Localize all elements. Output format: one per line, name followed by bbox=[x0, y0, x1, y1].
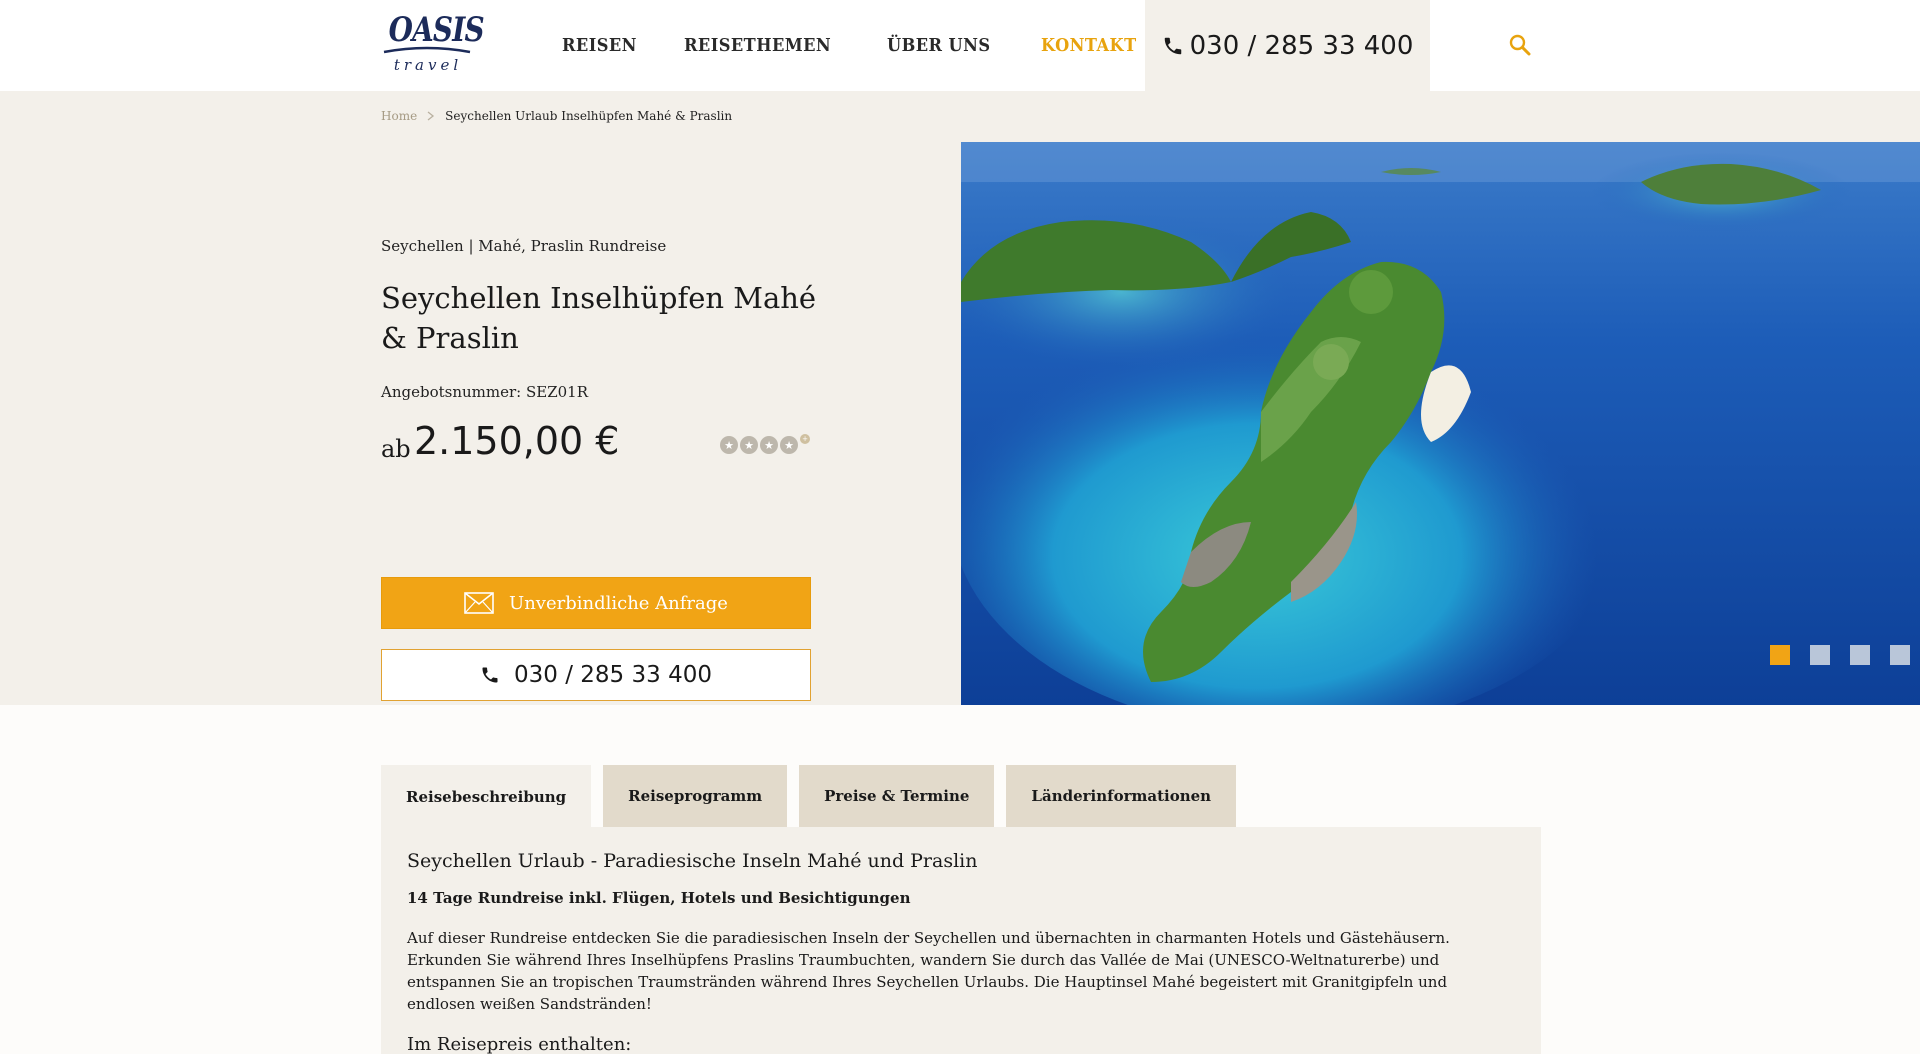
slider-dot-2[interactable] bbox=[1810, 645, 1830, 665]
oasis-travel-logo[interactable]: OASIS travel bbox=[380, 10, 485, 74]
logo-subtext: travel bbox=[393, 56, 463, 74]
phone-button[interactable]: 030 / 285 33 400 bbox=[381, 649, 811, 701]
hero-image-slider[interactable] bbox=[961, 142, 1920, 705]
content-heading: Seychellen Urlaub - Paradiesische Inseln… bbox=[407, 850, 978, 872]
phone-icon bbox=[1164, 37, 1181, 54]
price-row: ab 2.150,00 € ★ ★ ★ ★ + bbox=[381, 419, 811, 469]
header-phone[interactable]: 030 / 285 33 400 bbox=[1145, 0, 1430, 91]
slider-dot-1[interactable] bbox=[1770, 645, 1790, 665]
tab-reisebeschreibung[interactable]: Reisebeschreibung bbox=[381, 765, 592, 828]
slider-dot-4[interactable] bbox=[1890, 645, 1910, 665]
logo-wordmark: OASIS bbox=[388, 10, 485, 50]
trip-subtitle: Seychellen | Mahé, Praslin Rundreise bbox=[381, 237, 667, 255]
nav-item-kontakt[interactable]: KONTAKT bbox=[1041, 35, 1137, 56]
breadcrumb-current: Seychellen Urlaub Inselhüpfen Mahé & Pra… bbox=[445, 109, 733, 123]
tab-preise-termine[interactable]: Preise & Termine bbox=[799, 765, 995, 827]
envelope-icon bbox=[464, 592, 494, 614]
included-heading: Im Reisepreis enthalten: bbox=[407, 1034, 632, 1054]
offer-number: Angebotsnummer: SEZ01R bbox=[381, 383, 588, 401]
phone-button-label: 030 / 285 33 400 bbox=[514, 662, 712, 688]
tab-reiseprogramm[interactable]: Reiseprogramm bbox=[603, 765, 788, 827]
tab-content: Seychellen Urlaub - Paradiesische Inseln… bbox=[381, 827, 1541, 1054]
nav-item-reisethemen[interactable]: REISETHEMEN bbox=[684, 35, 831, 56]
inquiry-button[interactable]: Unverbindliche Anfrage bbox=[381, 577, 811, 629]
trip-tabs: Reisebeschreibung Reiseprogramm Preise &… bbox=[381, 765, 1248, 828]
star-icon: ★ bbox=[740, 436, 758, 454]
slider-dot-3[interactable] bbox=[1850, 645, 1870, 665]
search-icon[interactable] bbox=[1508, 33, 1532, 57]
logo-swoosh bbox=[383, 46, 471, 54]
price-prefix: ab bbox=[381, 435, 411, 463]
breadcrumb-home-link[interactable]: Home bbox=[381, 109, 417, 123]
content-summary: 14 Tage Rundreise inkl. Flügen, Hotels u… bbox=[407, 889, 911, 907]
nav-item-reisen[interactable]: REISEN bbox=[562, 35, 637, 56]
main-nav: REISEN REISETHEMEN ÜBER UNS KONTAKT bbox=[562, 0, 1186, 91]
chevron-right-icon bbox=[427, 111, 435, 121]
breadcrumb: Home Seychellen Urlaub Inselhüpfen Mahé … bbox=[381, 109, 732, 123]
star-rating: ★ ★ ★ ★ + bbox=[720, 434, 810, 454]
island-aerial-image bbox=[961, 142, 1920, 705]
inquiry-button-label: Unverbindliche Anfrage bbox=[509, 592, 728, 614]
tab-laenderinformationen[interactable]: Länderinformationen bbox=[1006, 765, 1237, 827]
phone-icon bbox=[482, 667, 498, 683]
header-phone-number: 030 / 285 33 400 bbox=[1189, 30, 1414, 61]
star-plus-icon: + bbox=[800, 434, 810, 444]
star-icon: ★ bbox=[720, 436, 738, 454]
site-header: OASIS travel REISEN REISETHEMEN ÜBER UNS… bbox=[0, 0, 1920, 91]
slider-dots bbox=[1770, 645, 1910, 665]
nav-item-ueber-uns[interactable]: ÜBER UNS bbox=[887, 35, 991, 56]
content-paragraph: Auf dieser Rundreise entdecken Sie die p… bbox=[407, 929, 1450, 1013]
price-value: 2.150,00 € bbox=[414, 419, 620, 463]
page-title: Seychellen Inselhüpfen Mahé & Praslin bbox=[381, 281, 817, 355]
star-icon: ★ bbox=[780, 436, 798, 454]
star-icon: ★ bbox=[760, 436, 778, 454]
